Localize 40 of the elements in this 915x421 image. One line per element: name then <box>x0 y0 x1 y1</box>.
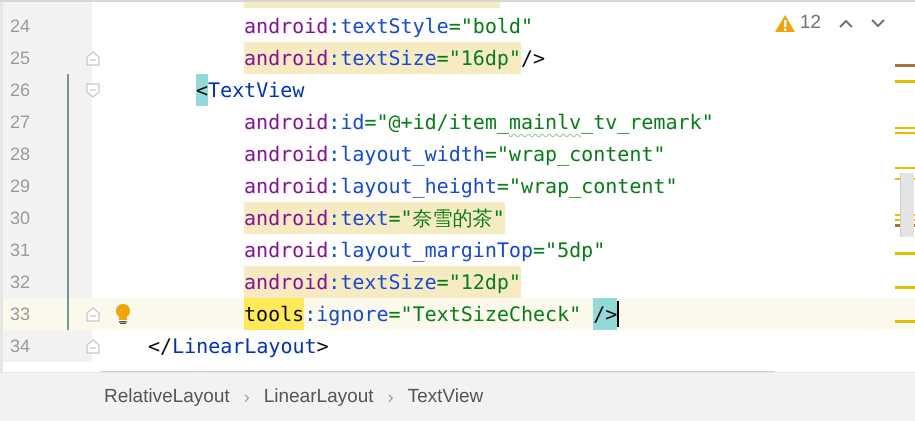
line-number: 24 <box>10 16 30 36</box>
scrollbar-thumb[interactable] <box>900 173 914 237</box>
code-line: android:textSize="12dp" <box>244 266 521 298</box>
breadcrumb-item[interactable]: LinearLayout <box>260 384 378 410</box>
breadcrumb-separator: › <box>244 386 250 408</box>
fold-icon[interactable] <box>86 306 100 322</box>
lightbulb-icon[interactable] <box>115 304 131 324</box>
code-line: android:layout_height="wrap_content" <box>244 173 678 200</box>
line-number: 29 <box>10 176 30 196</box>
code-line: android:textSize="16dp"/> <box>244 42 546 74</box>
fold-icon[interactable] <box>86 50 100 66</box>
fold-icon[interactable] <box>86 338 100 354</box>
line-number: 34 <box>10 336 30 356</box>
breadcrumb-item[interactable]: RelativeLayout <box>100 384 234 410</box>
error-stripe-mark <box>895 286 915 289</box>
line-number: 32 <box>10 272 30 292</box>
breadcrumb-item[interactable]: TextView <box>404 384 488 410</box>
line-number: 30 <box>10 208 30 228</box>
warning-count: 12 <box>800 12 821 34</box>
code-line: android:id="@+id/item_mainlv_tv_remark" <box>244 109 714 136</box>
code-line: android:layout_width="wrap_content" <box>244 141 666 168</box>
code-line: android:textStyle="bold" <box>244 13 534 40</box>
warning-icon[interactable] <box>774 14 796 32</box>
line-number: 25 <box>10 48 30 68</box>
breadcrumb-separator: › <box>388 386 394 408</box>
fold-icon[interactable] <box>86 82 100 98</box>
line-number: 26 <box>10 80 30 100</box>
code-line: tools:ignore="TextSizeCheck" /> <box>244 298 618 330</box>
code-line: android:layout_marginTop="5dp" <box>244 237 606 264</box>
chevron-down-icon[interactable] <box>871 18 885 28</box>
error-stripe-mark <box>895 320 915 323</box>
line-number: 31 <box>10 240 30 260</box>
error-stripe-mark <box>895 252 915 255</box>
line-number: 28 <box>10 144 30 164</box>
code-line: <TextView <box>196 74 304 106</box>
code-line: </LinearLayout> <box>148 333 329 360</box>
code-line: android:text="奈雪的茶" <box>244 202 505 234</box>
chevron-up-icon[interactable] <box>839 18 853 28</box>
line-number: 33 <box>10 304 30 324</box>
line-number: 27 <box>10 112 30 132</box>
